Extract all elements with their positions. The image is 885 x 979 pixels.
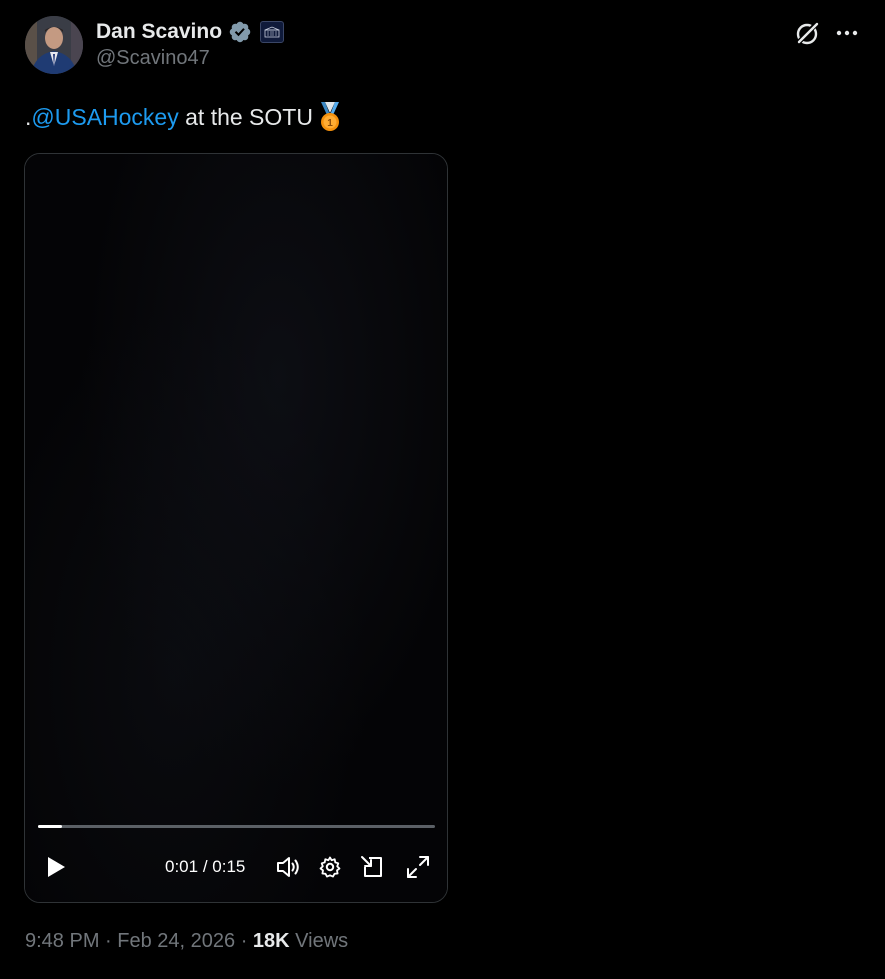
video-time-separator: / [198,857,213,876]
views-count: 18K [252,930,290,952]
fullscreen-icon [407,856,429,878]
volume-button[interactable] [273,852,303,882]
video-controls: 0:01 / 0:15 [25,846,447,894]
video-current-time: 0:01 [165,857,199,876]
play-button[interactable] [39,850,73,884]
avatar[interactable] [25,16,83,74]
avatar-image [25,16,83,74]
views-label: Views [289,930,349,952]
video-progress-bar[interactable] [38,825,435,828]
play-icon [48,857,65,877]
tweet-page: Dan Scavino @Scavino47 . @USAHockey at t… [0,0,885,979]
video-duration: 0:15 [212,857,246,876]
svg-text:1: 1 [327,118,333,129]
settings-button[interactable] [315,852,345,882]
video-frame[interactable] [25,154,447,902]
video-time-display: 0:01 / 0:15 [165,857,245,877]
tweet-text-body: at the SOTU [178,104,313,130]
dock-icon [361,856,382,877]
video-player[interactable]: 0:01 / 0:15 [24,153,448,903]
first-place-medal-icon: 1 [316,101,344,133]
tweet-text: . @USAHockey at the SOTU 1 [25,101,344,133]
dock-button[interactable] [357,852,387,882]
tweet-time[interactable]: 9:48 PM [25,930,99,952]
author-name-row: Dan Scavino [96,18,285,46]
meta-separator: · [235,930,253,952]
meta-separator: · [99,930,118,952]
video-progress-fill [38,825,62,828]
white-house-badge-icon[interactable] [260,21,285,43]
tweet-meta: 9:48 PM · Feb 24, 2026 · 18K Views [25,930,348,953]
more-horizontal-icon[interactable] [834,20,860,46]
fullscreen-button[interactable] [403,852,433,882]
author-handle[interactable]: @Scavino47 [96,47,210,70]
tweet-date[interactable]: Feb 24, 2026 [117,930,235,952]
volume-icon [277,857,299,877]
gear-icon [319,856,341,878]
verified-badge-icon[interactable] [228,20,252,44]
mention-link[interactable]: @USAHockey [31,101,178,133]
grok-icon[interactable] [793,18,823,48]
author-display-name[interactable]: Dan Scavino [96,20,222,44]
